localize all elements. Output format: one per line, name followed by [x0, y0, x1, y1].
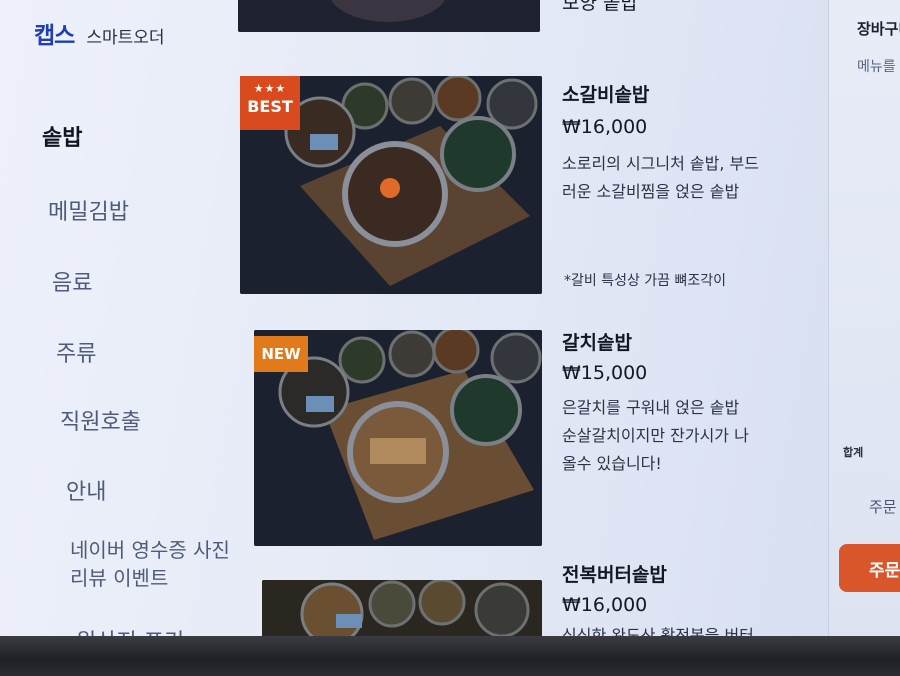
kiosk-screen: 캡스 스마트오더 솥밥 메밀김밥 음료 주류 직원호출 안내 네이버 영수증 사…: [0, 0, 900, 676]
menu-item-desc-line: 올수 있습니다!: [562, 454, 662, 473]
cart-empty-message: 메뉴를 담아주세요: [857, 59, 900, 75]
device-bezel: [0, 636, 900, 676]
category-alcohol[interactable]: 주류: [56, 336, 96, 368]
menu-item-image-partial[interactable]: [238, 0, 540, 32]
category-sotbap[interactable]: 솥밥: [42, 120, 82, 152]
menu-item-price: ₩16,000: [562, 594, 648, 616]
category-staff-call[interactable]: 직원호출: [60, 404, 141, 436]
menu-item-image-jeonbok[interactable]: [262, 580, 542, 640]
menu-item-desc-line: 소로리의 시그니처 솥밥, 부드: [562, 154, 759, 173]
category-drinks[interactable]: 음료: [52, 265, 92, 297]
brand-subtitle: 스마트오더: [86, 28, 165, 48]
category-info[interactable]: 안내: [66, 474, 106, 506]
menu-item-desc-line: 순살갈치이지만 잔가시가 나: [562, 426, 749, 445]
cart-title: 장바구니: [857, 20, 900, 38]
menu-item-description: 소로리의 시그니처 솥밥, 부드 러운 소갈비찜을 얹은 솥밥: [562, 150, 759, 206]
menu-item-name[interactable]: 갈치솥밥: [562, 328, 632, 355]
menu-item-name[interactable]: 소갈비솥밥: [562, 80, 649, 107]
menu-item-price: ₩15,000: [562, 362, 648, 384]
category-memil-gimbap[interactable]: 메밀김밥: [48, 194, 129, 226]
cart-order-label: 주문: [869, 498, 897, 516]
best-badge: ★★★ BEST: [240, 76, 300, 130]
new-badge: NEW: [254, 336, 308, 372]
cart-total-label: 합계: [843, 446, 864, 459]
cart-panel: 장바구니 메뉴를 담아주세요 합계 주문 주문하기: [828, 0, 900, 640]
menu-item-name[interactable]: 전복버터솥밥: [562, 560, 667, 587]
menu-item-name-partial: 보양 솥밥: [562, 0, 638, 14]
order-button[interactable]: 주문하기: [839, 544, 900, 592]
food-photo-icon: [238, 0, 540, 32]
category-naver-review-event[interactable]: 네이버 영수증 사진리뷰 이벤트: [70, 536, 230, 592]
menu-item-desc-line: 은갈치를 구워내 얹은 솥밥: [562, 398, 740, 417]
menu-item-note: *갈비 특성상 가끔 뼈조각이: [564, 273, 727, 289]
menu-item-desc-line: 러운 소갈비찜을 얹은 솥밥: [562, 182, 740, 201]
brand-logo: 캡스: [34, 23, 75, 49]
best-badge-stars: ★★★: [253, 82, 287, 95]
category-sidebar: 캡스 스마트오더 솥밥 메밀김밥 음료 주류 직원호출 안내 네이버 영수증 사…: [0, 0, 232, 655]
food-photo-icon: [262, 580, 542, 640]
menu-item-price: ₩16,000: [562, 116, 648, 138]
best-badge-text: BEST: [247, 97, 293, 116]
brand: 캡스 스마트오더: [34, 16, 165, 50]
menu-item-description: 은갈치를 구워내 얹은 솥밥 순살갈치이지만 잔가시가 나 올수 있습니다!: [562, 394, 749, 478]
